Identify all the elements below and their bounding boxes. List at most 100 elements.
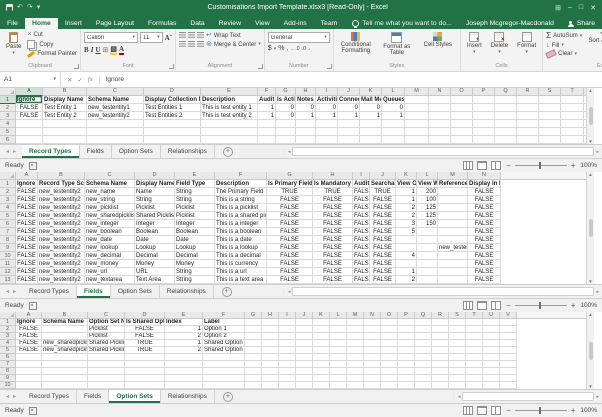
horizontal-scrollbar[interactable]: ⋮◂▸ [448,390,602,403]
cell-S2[interactable] [539,104,561,112]
cell-D8[interactable] [125,368,165,375]
format-painter-button[interactable]: Format Painter [27,51,77,57]
cell-H10[interactable]: FALSE [313,252,353,260]
cell-K9[interactable] [313,375,330,382]
dialog-launcher-icon[interactable] [327,64,332,69]
column-header-F[interactable]: F [215,172,267,180]
column-header-B[interactable]: B [43,88,87,96]
cell-L13[interactable] [417,276,438,284]
cell-N4[interactable]: FALSE [468,204,501,212]
cell-V7[interactable] [500,361,517,368]
cell-C1[interactable]: Schema Name [85,180,135,188]
column-header-K[interactable]: K [360,88,382,96]
cell-P6[interactable] [398,354,415,361]
cell-T2[interactable] [561,104,584,112]
cell-V5[interactable] [500,347,517,354]
cell-E3[interactable]: 2 [165,333,203,340]
cell-H11[interactable]: FALSE [313,260,353,268]
cell-N4[interactable] [429,120,451,128]
row-header-6[interactable]: 6 [0,354,16,361]
sort-filter-button[interactable]: Sort & Filter [585,31,602,45]
cell-K9[interactable] [396,244,417,252]
cell-E2[interactable]: 1 [165,326,203,333]
cell-A9[interactable] [16,375,42,382]
column-header-J[interactable]: J [338,88,360,96]
cell-L3[interactable]: 1 [382,112,405,120]
font-size-combobox[interactable]: 11▾ [140,32,163,43]
cell-R8[interactable] [432,368,449,375]
cell-E9[interactable] [165,375,203,382]
cell-J11[interactable]: FALSE [370,260,396,268]
cell-G8[interactable] [245,368,262,375]
column-header-N[interactable]: N [429,88,451,96]
cell-N3[interactable]: FALSE [468,196,501,204]
account-name[interactable]: Joseph Mcgregor-Macdonald [460,18,560,29]
column-header-C[interactable]: C [85,172,135,180]
sheet-tab-relationships[interactable]: Relationships [160,285,214,298]
cell-A6[interactable] [16,136,43,144]
cell-O2[interactable] [451,104,473,112]
cell-I8[interactable]: FALSE [353,236,370,244]
cell-E5[interactable]: 2 [165,347,203,354]
zoom-slider[interactable] [515,165,567,166]
cell-A2[interactable]: FALSE [16,104,43,112]
cell-H8[interactable] [262,368,279,375]
cell-P2[interactable] [398,326,415,333]
number-format-combobox[interactable]: General▾ [268,32,330,43]
cell-O3[interactable] [451,112,473,120]
column-header-V[interactable]: V [500,312,517,319]
column-header-K[interactable]: K [396,172,417,180]
cell-M6[interactable] [405,136,429,144]
cell-A6[interactable]: FALSE [16,220,38,228]
cell-J4[interactable] [296,340,313,347]
cell-S7[interactable] [449,361,466,368]
cell-A1[interactable]: Ignore [16,96,43,104]
cell-I13[interactable]: FALSE [353,276,370,284]
cell-R1[interactable] [517,96,539,104]
ribbon-tab-review[interactable]: Review [212,18,248,29]
cell-F8[interactable] [203,368,245,375]
cell-D9[interactable] [125,375,165,382]
cell-L5[interactable] [382,128,405,136]
cell-K6[interactable] [360,136,382,144]
cell-L4[interactable] [330,340,347,347]
font-name-combobox[interactable]: Calibri▾ [84,32,138,43]
cell-C2[interactable]: new_name [85,188,135,196]
cell-K2[interactable]: 0 [360,104,382,112]
column-header-E[interactable]: E [165,312,203,319]
scrollbar-track[interactable] [292,287,594,296]
column-header-K[interactable]: K [313,312,330,319]
cell-K2[interactable]: 1 [396,188,417,196]
cell-E11[interactable]: Money [175,260,215,268]
column-header-C[interactable]: C [88,312,125,319]
row-header-10[interactable]: 10 [0,382,16,389]
cell-I2[interactable] [279,326,296,333]
cell-I3[interactable]: FALSE [353,196,370,204]
cell-A4[interactable]: FALSE [16,340,42,347]
cell-D1[interactable]: Display Name [135,180,175,188]
cell-E2[interactable]: String [175,188,215,196]
cell-D5[interactable]: TRUE [125,347,165,354]
cell-M5[interactable] [438,212,468,220]
restore-icon[interactable]: □ [579,4,583,11]
accounting-format-icon[interactable]: $ [268,45,272,53]
cell-B8[interactable]: new_testentity2 [38,236,85,244]
cell-T6[interactable] [561,136,584,144]
format-as-table-button[interactable]: Format as Table [378,31,416,57]
cell-E1[interactable]: Field Type [175,180,215,188]
cell-D13[interactable]: Text Area [135,276,175,284]
cell-G4[interactable] [245,340,262,347]
cell-J2[interactable]: 0 [338,104,360,112]
cell-D9[interactable]: Lookup [135,244,175,252]
cell-J1[interactable]: Connections [338,96,360,104]
cell-M5[interactable] [347,347,364,354]
cell-F9[interactable] [203,375,245,382]
cell-N7[interactable]: FALSE [468,228,501,236]
column-header-G[interactable]: G [267,172,313,180]
cell-A8[interactable] [16,368,42,375]
cell-D5[interactable]: Shared Picklist [135,212,175,220]
cell-J5[interactable]: FALSE [370,212,396,220]
scroll-up-icon[interactable]: ▲ [588,172,592,177]
column-header-L[interactable]: L [382,88,405,96]
cell-B9[interactable]: new_testentity2 [38,244,85,252]
